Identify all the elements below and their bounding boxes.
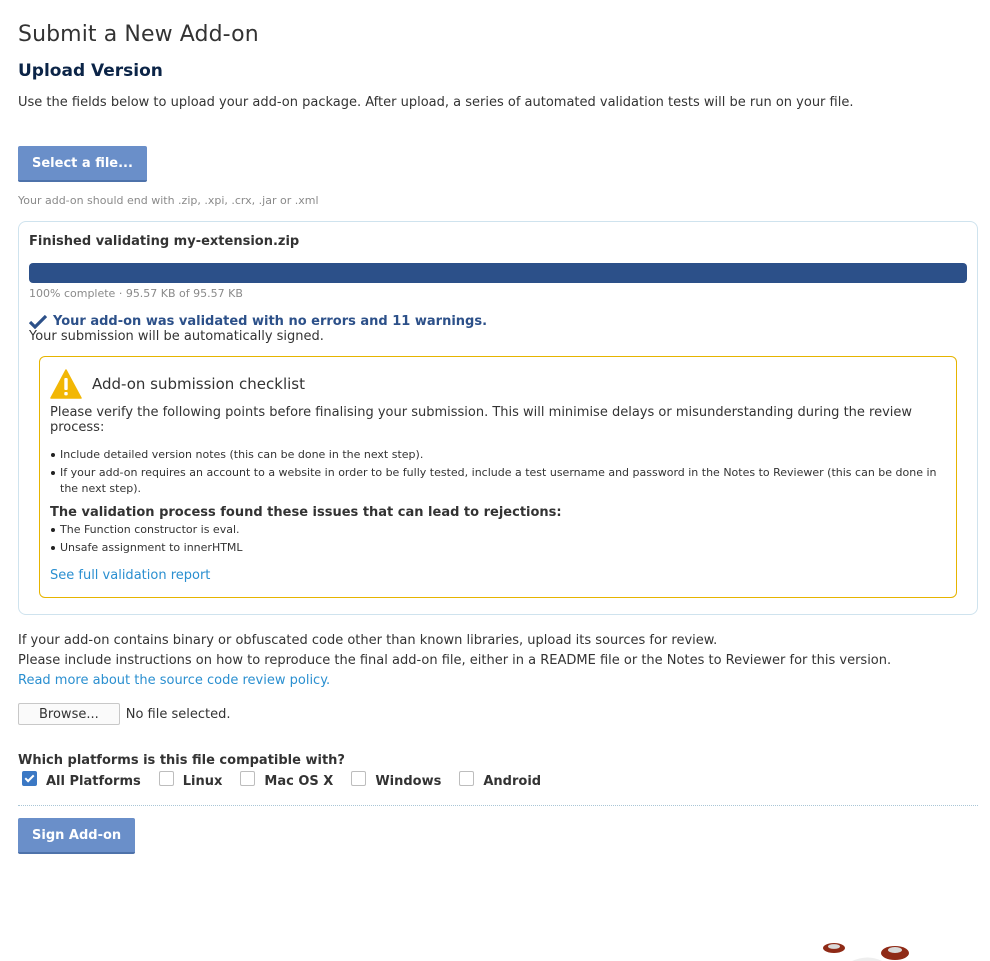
page-title: Submit a New Add-on: [18, 22, 259, 47]
platform-linux[interactable]: Linux: [158, 771, 223, 789]
page: Submit a New Add-on Upload Version Use t…: [18, 0, 978, 854]
progress-fill: [29, 263, 967, 283]
intro-text: Use the fields below to upload your add-…: [18, 95, 854, 110]
divider: [18, 805, 978, 806]
issues-title: The validation process found these issue…: [50, 505, 562, 520]
source-info-line-2: Please include instructions on how to re…: [18, 653, 892, 668]
platform-windows-checkbox[interactable]: [351, 771, 367, 786]
no-file-selected-text: No file selected.: [125, 706, 231, 722]
file-type-hint: Your add-on should end with .zip, .xpi, …: [18, 194, 319, 207]
platform-windows[interactable]: Windows: [351, 771, 442, 789]
issue-item: The Function constructor is eval.: [50, 522, 946, 538]
upload-status-panel: Finished validating my-extension.zip 100…: [18, 221, 978, 615]
checklist-item: Include detailed version notes (this can…: [50, 447, 946, 463]
mascot-illustration: [823, 943, 909, 961]
select-file-button[interactable]: Select a file...: [18, 146, 147, 182]
issue-item: Unsafe assignment to innerHTML: [50, 540, 946, 556]
validation-finished-text: Finished validating my-extension.zip: [29, 234, 300, 249]
platform-linux-checkbox[interactable]: [158, 771, 174, 786]
checklist-title: Add-on submission checklist: [92, 375, 306, 393]
platform-android[interactable]: Android: [459, 771, 542, 789]
checklist-description: Please verify the following points befor…: [50, 405, 913, 435]
progress-text: 100% complete · 95.57 KB of 95.57 KB: [29, 287, 243, 300]
full-validation-report-link[interactable]: See full validation report: [50, 568, 210, 583]
platform-options: All Platforms Linux Mac OS X Windows And…: [18, 771, 978, 789]
platform-all-checkbox[interactable]: [22, 771, 37, 786]
warning-icon: [50, 369, 82, 399]
progress-bar: [29, 263, 967, 283]
checkmark-icon: [29, 314, 47, 329]
platform-windows-label: Windows: [375, 774, 442, 789]
platforms-question: Which platforms is this file compatible …: [18, 753, 345, 768]
platform-mac-checkbox[interactable]: [240, 771, 256, 786]
sign-addon-button[interactable]: Sign Add-on: [18, 818, 136, 854]
source-policy-link[interactable]: Read more about the source code review p…: [18, 673, 330, 688]
source-code-section: If your add-on contains binary or obfusc…: [18, 631, 978, 691]
signed-text: Your submission will be automatically si…: [29, 329, 324, 344]
submission-checklist: Add-on submission checklist Please verif…: [39, 356, 957, 598]
section-title: Upload Version: [18, 61, 163, 81]
validation-result: Your add-on was validated with no errors…: [29, 314, 967, 329]
browse-source-button[interactable]: Browse...: [18, 703, 120, 725]
checklist-item: If your add-on requires an account to a …: [50, 465, 946, 497]
platform-mac[interactable]: Mac OS X: [240, 771, 334, 789]
platform-android-checkbox[interactable]: [459, 771, 475, 786]
platform-linux-label: Linux: [182, 774, 223, 789]
platform-all-label: All Platforms: [46, 774, 141, 789]
platform-mac-label: Mac OS X: [264, 774, 334, 789]
validation-result-text: Your add-on was validated with no errors…: [53, 314, 488, 329]
platform-all[interactable]: All Platforms: [22, 771, 141, 789]
platform-android-label: Android: [483, 774, 542, 789]
issues-list: The Function constructor is eval. Unsafe…: [50, 522, 946, 556]
checklist-items: Include detailed version notes (this can…: [50, 447, 946, 497]
source-info-line-1: If your add-on contains binary or obfusc…: [18, 633, 718, 648]
